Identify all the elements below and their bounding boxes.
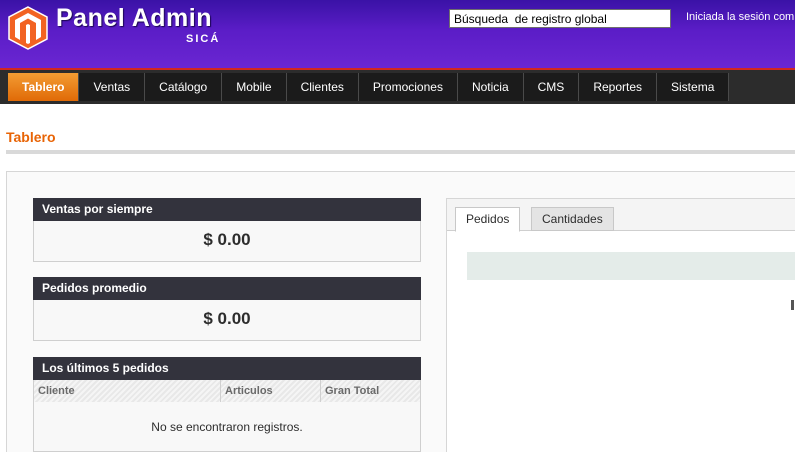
chart-area bbox=[467, 252, 795, 280]
nav-item-catalogo[interactable]: Catálogo bbox=[145, 73, 223, 101]
brand-subtitle: SICÁ bbox=[186, 33, 221, 45]
column-header-cliente[interactable]: Cliente bbox=[34, 380, 221, 402]
nav-item-reportes[interactable]: Reportes bbox=[579, 73, 658, 101]
column-header-articulos[interactable]: Articulos bbox=[221, 380, 321, 402]
nav-item-noticia[interactable]: Noticia bbox=[457, 73, 524, 101]
tab-cantidades[interactable]: Cantidades bbox=[531, 207, 614, 231]
lifetime-sales-box: $ 0.00 bbox=[33, 221, 421, 262]
nav-item-mobile[interactable]: Mobile bbox=[222, 73, 287, 101]
nav-item-sistema[interactable]: Sistema bbox=[657, 73, 730, 101]
last-orders-grid-header: Cliente Articulos Gran Total bbox=[33, 380, 421, 402]
empty-message: No se encontraron registros. bbox=[151, 420, 303, 434]
nav-item-cms[interactable]: CMS bbox=[523, 73, 580, 101]
page-title: Tablero bbox=[6, 129, 56, 145]
admin-header: Panel Admin SICÁ Iniciada la sesión com bbox=[0, 0, 795, 68]
session-info: Iniciada la sesión com bbox=[686, 11, 795, 23]
nav-item-promociones[interactable]: Promociones bbox=[358, 73, 458, 101]
lifetime-sales-header: Ventas por siempre bbox=[33, 198, 421, 221]
magento-logo-icon[interactable] bbox=[8, 6, 48, 50]
nav-item-ventas[interactable]: Ventas bbox=[79, 73, 146, 101]
lifetime-sales-amount: $ 0.00 bbox=[203, 230, 251, 249]
average-orders-header: Pedidos promedio bbox=[33, 277, 421, 300]
last-orders-header: Los últimos 5 pedidos bbox=[33, 357, 421, 380]
last-orders-grid-body: No se encontraron registros. bbox=[33, 402, 421, 452]
main-nav: Tablero Ventas Catálogo Mobile Clientes … bbox=[8, 73, 730, 101]
average-orders-amount: $ 0.00 bbox=[203, 309, 251, 328]
title-divider bbox=[6, 150, 795, 154]
nav-item-clientes[interactable]: Clientes bbox=[286, 73, 359, 101]
brand-title: Panel Admin bbox=[56, 4, 212, 32]
global-search-input[interactable] bbox=[449, 9, 671, 28]
average-orders-box: $ 0.00 bbox=[33, 300, 421, 341]
column-header-gran-total[interactable]: Gran Total bbox=[321, 380, 420, 402]
chart-edge-mark bbox=[791, 300, 794, 310]
nav-item-tablero[interactable]: Tablero bbox=[8, 73, 80, 101]
chart-panel bbox=[446, 198, 795, 452]
tab-pedidos[interactable]: Pedidos bbox=[455, 207, 521, 232]
